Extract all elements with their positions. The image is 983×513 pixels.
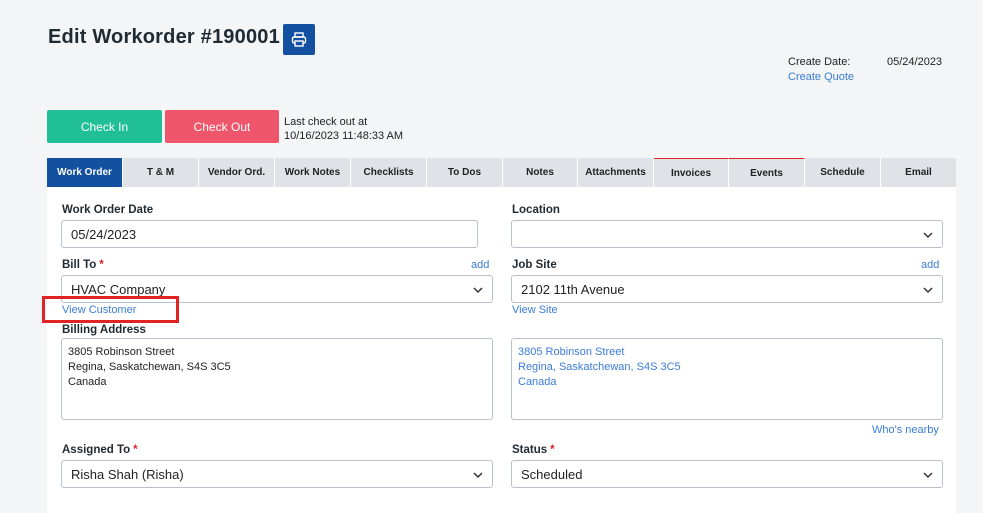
print-button[interactable] (283, 24, 315, 55)
job-site-add-link[interactable]: add (921, 259, 939, 271)
assigned-to-label: Assigned To * (62, 444, 138, 456)
chevron-down-icon (923, 287, 933, 294)
tab-events[interactable]: Events (729, 158, 805, 187)
last-checkout-label: Last check out at (284, 116, 368, 128)
bill-to-label: Bill To * (62, 259, 104, 271)
last-checkout-info: Last check out at 10/16/2023 11:48:33 AM (284, 115, 403, 143)
edit-workorder-page: Edit Workorder #190001 Create Date: 05/2… (0, 0, 983, 513)
tab-bar: Work Order T & M Vendor Ord. Work Notes … (47, 158, 956, 187)
status-select[interactable]: Scheduled (511, 460, 943, 488)
tab-work-notes[interactable]: Work Notes (275, 158, 351, 187)
printer-icon (291, 32, 307, 47)
create-date-value: 05/24/2023 (887, 56, 943, 68)
bill-to-value: HVAC Company (71, 281, 166, 297)
status-label: Status * (512, 444, 555, 456)
view-customer-link[interactable]: View Customer (62, 304, 136, 316)
status-label-text: Status (512, 444, 548, 456)
view-site-link[interactable]: View Site (512, 304, 558, 316)
chevron-down-icon (473, 287, 483, 294)
page-title: Edit Workorder #190001 (48, 26, 280, 48)
bill-to-add-link[interactable]: add (471, 259, 489, 271)
required-mark: * (133, 444, 138, 456)
required-mark: * (550, 444, 555, 456)
tab-invoices[interactable]: Invoices (654, 158, 729, 187)
billing-address-label: Billing Address (62, 324, 146, 336)
location-label: Location (512, 204, 560, 216)
assigned-to-select[interactable]: Risha Shah (Risha) (61, 460, 493, 488)
assigned-to-value: Risha Shah (Risha) (71, 466, 184, 482)
check-out-button[interactable]: Check Out (165, 110, 279, 143)
tab-to-dos[interactable]: To Dos (427, 158, 503, 187)
work-order-date-label: Work Order Date (62, 204, 154, 216)
job-site-label: Job Site (512, 259, 557, 271)
tab-schedule[interactable]: Schedule (805, 158, 881, 187)
assigned-to-label-text: Assigned To (62, 444, 131, 456)
chevron-down-icon (923, 232, 933, 239)
tab-t-and-m[interactable]: T & M (123, 158, 199, 187)
job-site-value: 2102 11th Avenue (521, 281, 625, 297)
tab-work-order[interactable]: Work Order (47, 158, 123, 187)
billing-address-textarea[interactable]: 3805 Robinson Street Regina, Saskatchewa… (61, 338, 493, 420)
chevron-down-icon (473, 472, 483, 479)
tab-checklists[interactable]: Checklists (351, 158, 427, 187)
job-site-select[interactable]: 2102 11th Avenue (511, 275, 943, 303)
work-order-date-input[interactable]: 05/24/2023 (61, 220, 478, 248)
last-checkout-time: 10/16/2023 11:48:33 AM (284, 130, 404, 142)
tab-attachments[interactable]: Attachments (578, 158, 654, 187)
tab-notes[interactable]: Notes (503, 158, 578, 187)
location-select[interactable] (511, 220, 943, 248)
required-mark: * (99, 259, 104, 271)
create-date-label: Create Date: (788, 56, 851, 68)
tab-email[interactable]: Email (881, 158, 956, 187)
status-value: Scheduled (521, 466, 583, 482)
site-address-box[interactable]: 3805 Robinson Street Regina, Saskatchewa… (511, 338, 943, 420)
create-quote-link[interactable]: Create Quote (788, 71, 854, 83)
check-in-button[interactable]: Check In (47, 110, 162, 143)
tab-vendor-ord[interactable]: Vendor Ord. (199, 158, 275, 187)
bill-to-label-text: Bill To (62, 259, 97, 271)
chevron-down-icon (923, 472, 933, 479)
whos-nearby-link[interactable]: Who's nearby (872, 424, 939, 436)
bill-to-select[interactable]: HVAC Company (61, 275, 493, 303)
